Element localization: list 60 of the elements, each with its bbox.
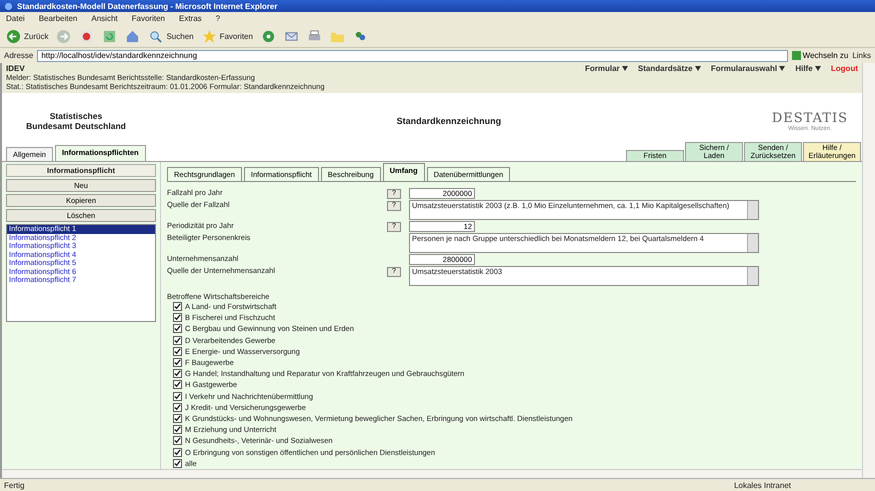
nav-menu[interactable]: Standardsätze xyxy=(638,64,701,73)
toolbar-button[interactable]: Favoriten xyxy=(202,28,253,44)
go-button[interactable]: Wechseln zu xyxy=(792,51,848,60)
address-field[interactable]: http://localhost/idev/standardkennzeichnung xyxy=(37,50,788,62)
checkbox[interactable] xyxy=(173,302,182,312)
caret-icon xyxy=(694,66,701,71)
checkbox[interactable] xyxy=(173,313,182,322)
toolbar-button[interactable] xyxy=(79,28,94,44)
checkbox[interactable] xyxy=(173,369,182,378)
checkbox[interactable] xyxy=(173,358,182,368)
toolbar-button[interactable] xyxy=(125,28,140,44)
menu-item[interactable]: Extras xyxy=(178,14,202,23)
menu-item[interactable]: Favoriten xyxy=(132,14,165,23)
logout-link[interactable]: Logout xyxy=(830,64,858,73)
toolbar-button[interactable] xyxy=(306,28,322,44)
nav-menu[interactable]: Hilfe xyxy=(795,64,821,73)
menu-item[interactable]: Ansicht xyxy=(91,14,118,23)
zone-label: Lokales Intranet xyxy=(734,480,791,490)
checkbox[interactable] xyxy=(173,448,182,457)
stop-icon xyxy=(79,28,94,44)
forward-icon xyxy=(56,28,72,44)
checkbox[interactable] xyxy=(173,414,182,423)
checkbox[interactable] xyxy=(173,392,182,401)
checkbox[interactable] xyxy=(173,458,182,468)
logo-text: DESTATIS xyxy=(772,110,848,126)
nav-menu[interactable]: Formularauswahl xyxy=(710,64,786,73)
browser-icon xyxy=(4,2,13,10)
media-icon xyxy=(260,28,276,44)
caret-icon xyxy=(779,66,786,71)
checkbox[interactable] xyxy=(173,380,182,390)
checkbox[interactable] xyxy=(173,425,182,434)
menu-item[interactable]: Datei xyxy=(6,14,25,23)
menu-item[interactable]: Bearbeiten xyxy=(38,14,78,23)
menu-item[interactable]: ? xyxy=(216,14,220,23)
toolbar-button[interactable]: Suchen xyxy=(148,28,194,44)
refresh-icon xyxy=(102,28,118,44)
checkbox[interactable] xyxy=(173,436,182,446)
vertical-scrollbar[interactable] xyxy=(862,63,875,478)
toolbar-button[interactable] xyxy=(260,28,276,44)
app-name: IDEV xyxy=(6,64,25,73)
print-icon xyxy=(306,28,322,44)
address-label: Adresse xyxy=(4,51,34,60)
nav-menu[interactable]: Formular xyxy=(585,64,628,73)
caret-icon xyxy=(814,66,821,71)
status-text: Fertig xyxy=(4,480,24,490)
checkbox[interactable] xyxy=(173,346,182,356)
back-icon xyxy=(6,28,21,44)
favorites-icon xyxy=(202,28,217,44)
horizontal-scrollbar[interactable] xyxy=(2,469,862,478)
organization-name: Statistisches Bundesamt Deutschland xyxy=(26,111,126,131)
home-icon xyxy=(125,28,140,44)
caret-icon xyxy=(622,66,628,71)
checkbox[interactable] xyxy=(173,336,182,345)
search-icon xyxy=(148,28,164,44)
checkbox[interactable] xyxy=(173,402,182,412)
page-title: Standardkennzeichnung xyxy=(396,116,502,126)
checkbox[interactable] xyxy=(173,324,182,334)
links-label[interactable]: Links xyxy=(852,51,871,60)
toolbar-button[interactable]: Zurück xyxy=(6,28,48,44)
window-title: Standardkosten-Modell Datenerfassung - Microsoft Internet Explorer xyxy=(17,2,278,10)
